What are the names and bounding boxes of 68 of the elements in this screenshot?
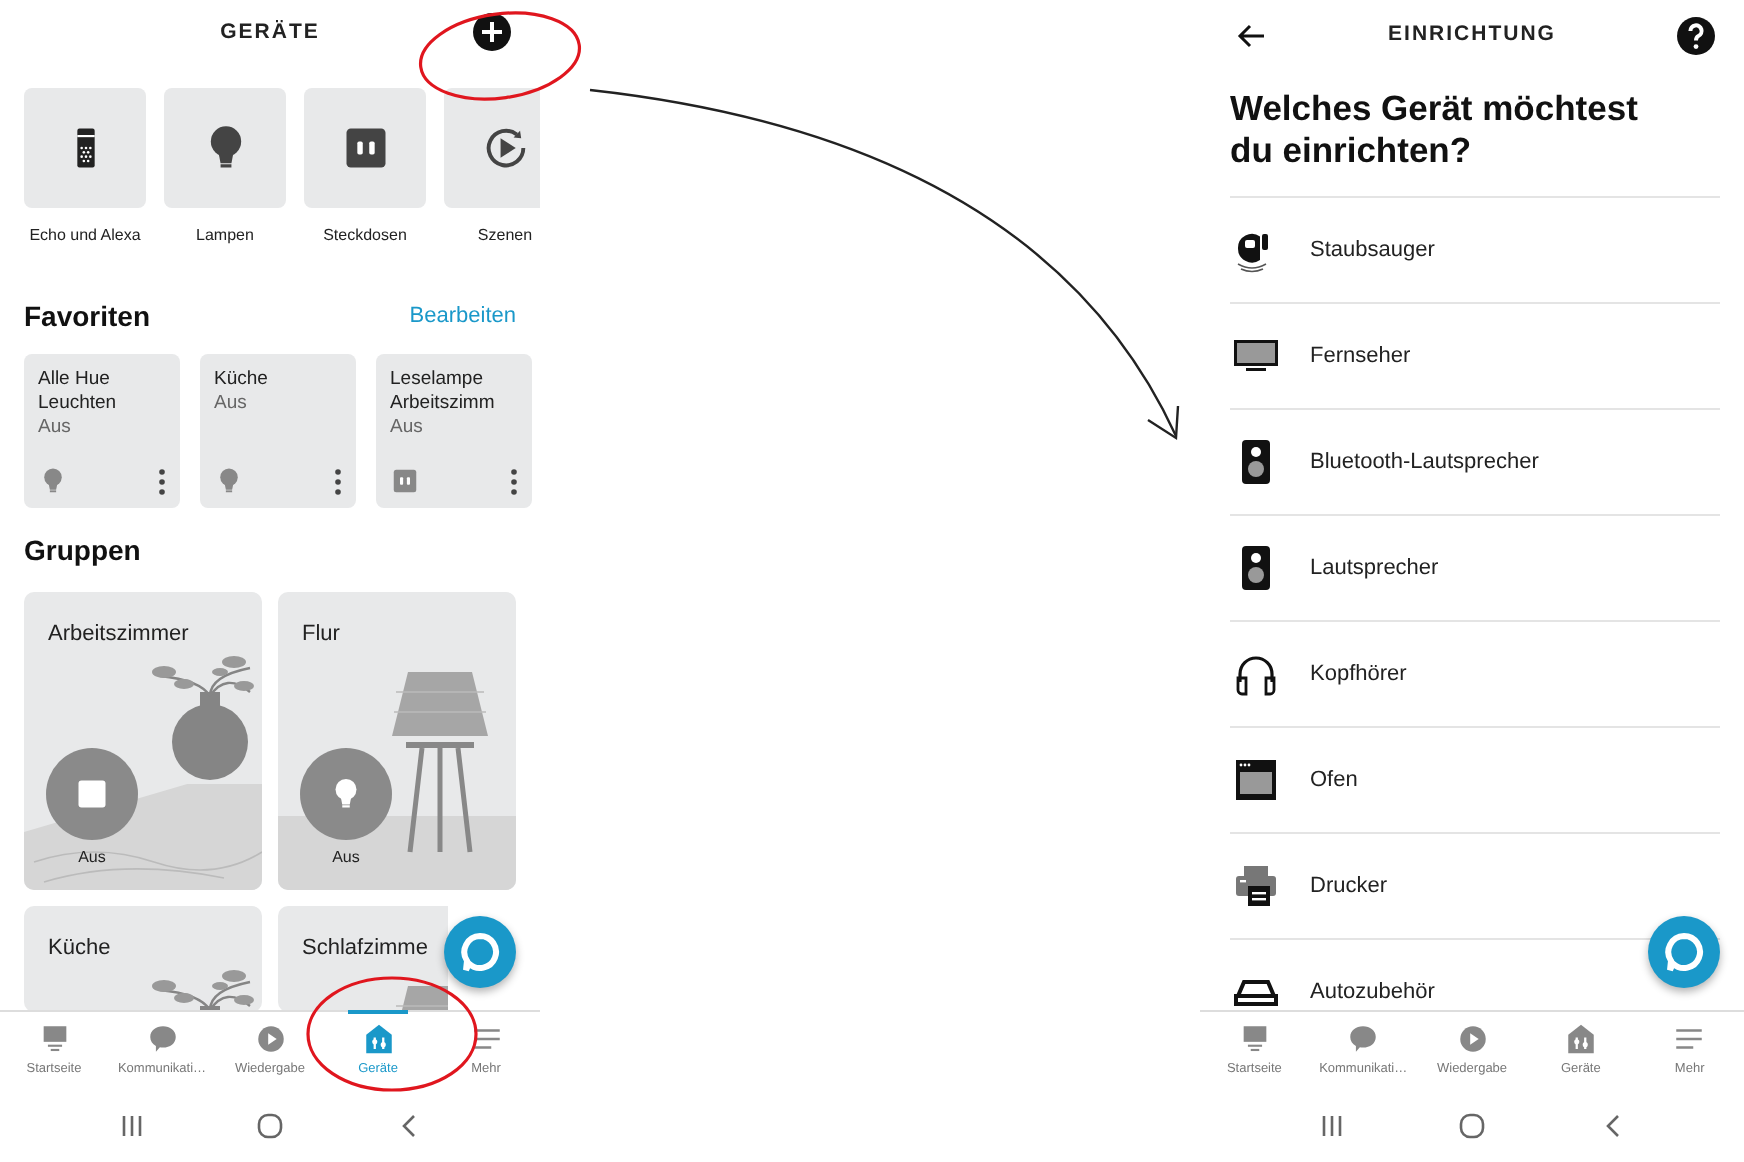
- device-name: Leselampe Arbeitszimm: [390, 367, 497, 416]
- group-name: Schlafzimme: [302, 933, 428, 964]
- more-options-icon: [510, 467, 518, 496]
- back-button[interactable]: [1236, 20, 1268, 52]
- play-circle-icon: [253, 1022, 287, 1057]
- more-options-icon: [334, 467, 342, 496]
- device-type-item[interactable]: Drucker: [1230, 862, 1388, 910]
- category-label: Szenen: [477, 224, 533, 248]
- house-devices-icon: [1563, 1022, 1598, 1057]
- oven-icon: [1232, 756, 1280, 804]
- section-heading: Favoriten: [24, 300, 151, 334]
- device-status: Aus: [390, 415, 425, 440]
- more-options-icon: [158, 467, 166, 496]
- plant-vase-drawing: [148, 969, 260, 1010]
- help-button[interactable]: [1676, 16, 1716, 56]
- device-type-item[interactable]: Staubsauger: [1230, 226, 1435, 274]
- group-name: Küche: [48, 933, 111, 964]
- device-type-item[interactable]: Autozubehör: [1230, 968, 1435, 1010]
- bulb-icon: [38, 465, 68, 496]
- favorite-card[interactable]: Alle Hue Leuchten Aus: [24, 353, 180, 508]
- device-status: Aus: [38, 415, 73, 440]
- device-type-item[interactable]: Kopfhörer: [1230, 650, 1407, 698]
- printer-icon: [1232, 862, 1280, 910]
- group-card[interactable]: Küche: [24, 905, 262, 1010]
- plant-vase-drawing: [148, 655, 260, 782]
- help-icon: [1676, 16, 1716, 56]
- plus-icon: [472, 12, 512, 52]
- alexa-button[interactable]: [1648, 916, 1720, 988]
- category-label: Lampen: [196, 224, 254, 248]
- group-card[interactable]: Schlafzimme: [278, 905, 448, 1010]
- device-name: Küche: [214, 367, 270, 392]
- bulb-icon: [214, 465, 244, 496]
- section-heading: Gruppen: [24, 533, 141, 568]
- speech-ring-icon: [460, 932, 500, 972]
- toggle-button[interactable]: [300, 747, 392, 840]
- favorite-card[interactable]: Leselampe Arbeitszimm Aus: [376, 353, 532, 508]
- chat-bubble-icon: [145, 1022, 179, 1057]
- play-circle-icon: [1455, 1022, 1490, 1057]
- device-type-item[interactable]: Bluetooth-Lautsprecher: [1230, 438, 1539, 486]
- device-name: Alle Hue Leuchten: [38, 367, 119, 416]
- device-status: Aus: [214, 391, 249, 416]
- category-tile[interactable]: [164, 88, 286, 208]
- alexa-button[interactable]: [444, 916, 516, 988]
- chat-bubble-icon: [1346, 1022, 1381, 1057]
- device-type-item[interactable]: Ofen: [1230, 756, 1358, 804]
- screen-title: EINRICHTUNG: [1388, 20, 1556, 51]
- headphones-icon: [1232, 650, 1280, 698]
- speech-ring-icon: [1664, 932, 1704, 972]
- screen-title: GERÄTE: [220, 18, 320, 49]
- toggle-button[interactable]: [46, 747, 138, 840]
- group-name: Flur: [302, 619, 340, 650]
- back-arrow-icon: [1236, 20, 1268, 52]
- group-status: Aus: [78, 845, 106, 870]
- category-tile[interactable]: [444, 88, 540, 208]
- page-heading: Welches Gerät möchtest du einrichten?: [1230, 88, 1640, 172]
- category-tile[interactable]: [304, 88, 426, 208]
- device-type-item[interactable]: Fernseher: [1230, 332, 1411, 380]
- device-type-item[interactable]: Lautsprecher: [1230, 544, 1439, 592]
- category-label: Echo und Alexa: [29, 224, 141, 248]
- group-name: Arbeitszimmer: [48, 619, 189, 650]
- category-tile[interactable]: [24, 88, 146, 208]
- group-card[interactable]: Flur Aus: [278, 591, 516, 890]
- house-devices-icon: [361, 1022, 395, 1057]
- add-button[interactable]: [472, 12, 512, 52]
- group-status: Aus: [332, 845, 360, 870]
- group-card[interactable]: Arbeitszimmer Aus: [24, 591, 262, 890]
- favorite-card[interactable]: Küche Aus: [200, 353, 356, 508]
- category-label: Steckdosen: [323, 224, 407, 248]
